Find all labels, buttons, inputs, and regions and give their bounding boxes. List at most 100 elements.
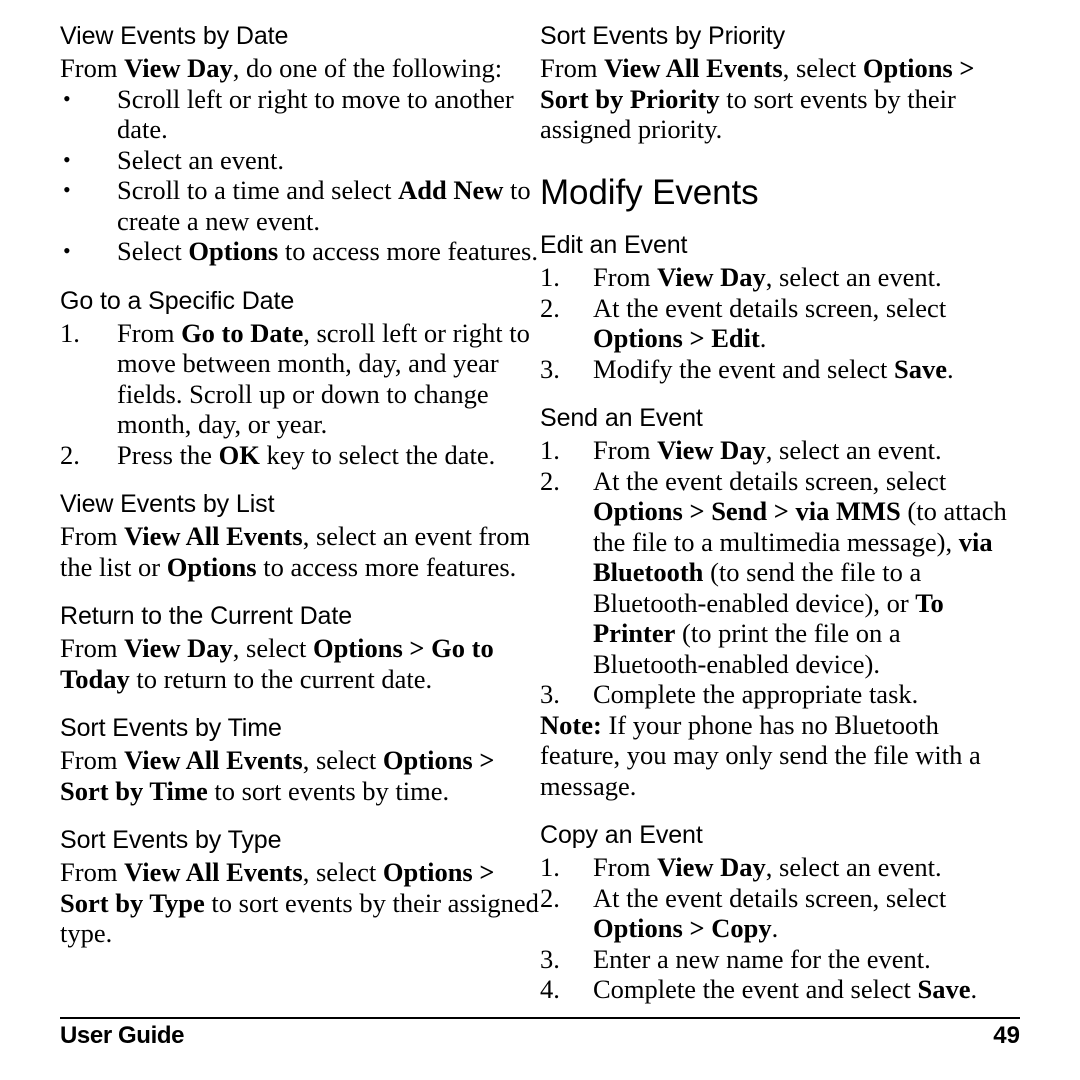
- note-text: If your phone has no Bluetooth feature, …: [540, 709, 981, 801]
- ui-term: Save: [917, 974, 971, 1005]
- text-run: .: [771, 913, 779, 944]
- step-number: 1.: [540, 435, 560, 466]
- step-number: 2.: [60, 439, 80, 470]
- list-item: 1. From View Day, select an event.: [540, 852, 1020, 883]
- list-item: • Scroll to a time and select Add New to …: [60, 175, 540, 236]
- text-run: From: [593, 852, 658, 883]
- section-body: From View Day, select Options > Go to To…: [60, 633, 540, 694]
- ui-term: View All Events: [124, 857, 303, 887]
- ui-term: View All Events: [124, 745, 303, 775]
- section-heading: Go to a Specific Date: [60, 286, 295, 315]
- text-run: .: [759, 323, 767, 354]
- section-view-events-by-list: View Events by List From View All Events…: [60, 490, 540, 582]
- text-run: From: [60, 633, 125, 663]
- footer-label: User Guide: [60, 1022, 185, 1049]
- text-run: , select: [782, 53, 863, 83]
- section-heading: Sort Events by Priority: [540, 22, 786, 50]
- text-run: , select an event.: [765, 852, 942, 883]
- list-item: 1. From View Day, select an event.: [540, 262, 1020, 293]
- ui-term: OK: [218, 439, 260, 470]
- text-run: , select an event.: [765, 435, 942, 466]
- list-item: 2. At the event details screen, select Op…: [540, 293, 1020, 354]
- ui-term: Save: [893, 353, 947, 384]
- text-run: Scroll to a time and select: [117, 175, 399, 205]
- bullet-icon: •: [63, 177, 71, 202]
- item-text: From View Day, select an event.: [593, 435, 942, 465]
- text-run: From: [540, 53, 605, 83]
- ui-term: View Day: [124, 633, 233, 663]
- ui-term: Options: [166, 551, 257, 582]
- section-heading: Sort Events by Time: [60, 714, 282, 742]
- text-run: From: [60, 53, 125, 83]
- page-footer: User Guide 49: [60, 1017, 1020, 1050]
- text-run: From: [593, 435, 658, 466]
- step-number: 1.: [540, 262, 560, 293]
- bullet-icon: •: [63, 146, 71, 172]
- section-heading: Send an Event: [540, 404, 703, 433]
- item-text: Press the OK key to select the date.: [117, 440, 495, 470]
- two-column-layout: View Events by Date From View Day, do on…: [60, 22, 1020, 1004]
- text-run: From: [593, 262, 658, 293]
- section-copy-an-event: Copy an Event 1. From View Day, select an…: [540, 821, 1020, 1005]
- note-paragraph: Note: If your phone has no Bluetooth fea…: [540, 710, 1020, 802]
- item-text: Select Options to access more features.: [117, 236, 538, 266]
- list-item: 2. At the event details screen, select Op…: [540, 466, 1020, 680]
- text-run: Complete the event and select: [593, 974, 918, 1005]
- chapter-heading: Modify Events: [540, 172, 759, 212]
- item-text: Complete the event and select Save.: [593, 974, 977, 1004]
- section-heading: View Events by Date: [60, 22, 289, 50]
- text-run: , select: [232, 633, 313, 663]
- item-text: Complete the appropriate task.: [593, 679, 919, 710]
- step-number: 2.: [540, 292, 560, 323]
- ui-term: Add New: [398, 175, 504, 205]
- list-item: 3. Enter a new name for the event.: [540, 944, 1020, 975]
- step-number: 2.: [540, 465, 560, 496]
- section-sort-events-by-priority: Sort Events by Priority From View All Ev…: [540, 22, 1020, 145]
- ui-term: View Day: [124, 53, 233, 83]
- ui-term: Options: [188, 236, 279, 266]
- numbered-list: 1. From Go to Date, scroll left or right …: [60, 318, 540, 471]
- step-number: 3.: [540, 353, 560, 384]
- item-text: From Go to Date, scroll left or right to…: [117, 318, 530, 440]
- step-number: 2.: [540, 882, 560, 913]
- numbered-list: 1. From View Day, select an event. 2. At t…: [540, 852, 1020, 1005]
- section-view-events-by-date: View Events by Date From View Day, do on…: [60, 22, 540, 267]
- section-heading: Return to the Current Date: [60, 602, 352, 630]
- text-run: .: [970, 974, 978, 1005]
- section-sort-events-by-time: Sort Events by Time From View All Events…: [60, 714, 540, 806]
- step-number: 1.: [540, 852, 560, 883]
- text-run: to return to the current date.: [129, 663, 433, 694]
- bullet-list: • Scroll left or right to move to another…: [60, 84, 540, 267]
- text-run: Modify the event and select: [593, 353, 894, 384]
- bullet-icon: •: [63, 85, 71, 111]
- text-run: From: [60, 521, 125, 551]
- ui-term: View All Events: [604, 53, 783, 83]
- list-item: • Select an event.: [60, 145, 540, 176]
- user-guide-page: View Events by Date From View Day, do on…: [0, 0, 1080, 1080]
- ui-term: View All Events: [124, 521, 303, 551]
- list-item: • Select Options to access more features.: [60, 236, 540, 267]
- section-edit-an-event: Edit an Event 1. From View Day, select an…: [540, 231, 1020, 384]
- text-run: Press the: [117, 439, 219, 470]
- text-run: At the event details screen, select: [593, 465, 947, 496]
- item-text: Scroll left or right to move to another …: [117, 83, 514, 145]
- section-body: From View All Events, select Options > S…: [540, 53, 1020, 145]
- item-text: At the event details screen, select Opti…: [593, 883, 946, 944]
- text-run: key to select the date.: [259, 439, 496, 470]
- section-intro: From View Day, do one of the following:: [60, 53, 540, 84]
- left-column: View Events by Date From View Day, do on…: [60, 22, 540, 972]
- bullet-icon: •: [63, 238, 71, 263]
- item-text: From View Day, select an event.: [593, 262, 942, 292]
- ui-path: Options > Send > via MMS: [593, 496, 901, 527]
- text-run: From: [60, 857, 125, 887]
- text-run: From: [117, 317, 182, 348]
- numbered-list: 1. From View Day, select an event. 2. At t…: [540, 435, 1020, 710]
- step-number: 3.: [540, 679, 560, 710]
- text-run: to sort events by time.: [207, 775, 450, 806]
- section-sort-events-by-type: Sort Events by Type From View All Events…: [60, 826, 540, 949]
- text-run: , select: [302, 857, 383, 887]
- section-go-to-specific-date: Go to a Specific Date 1. From Go to Date,…: [60, 287, 540, 471]
- text-run: From: [60, 745, 125, 775]
- list-item: 2. Press the OK key to select the date.: [60, 440, 540, 471]
- list-item: 2. At the event details screen, select Op…: [540, 883, 1020, 944]
